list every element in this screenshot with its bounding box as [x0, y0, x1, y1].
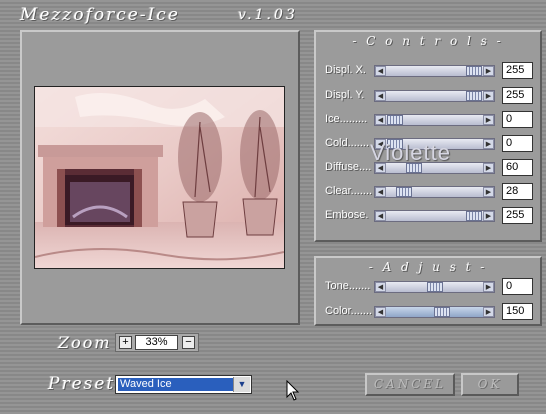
value-input[interactable]: 0	[502, 278, 533, 295]
adjust-panel: - A d j u s t - Tone....... ◀ ▶ 0 Color.…	[314, 256, 542, 326]
slider-label: Diffuse....	[325, 161, 372, 173]
slider-label: Cold.......	[325, 137, 370, 149]
slider-row-clear: Clear....... ◀ ▶ 28	[325, 183, 540, 201]
value-input[interactable]: 150	[502, 303, 533, 320]
slider-label: Displ. X.	[325, 64, 366, 76]
zoom-out-button[interactable]: −	[182, 336, 195, 349]
app-title: Mezzoforce-Ice	[20, 5, 180, 25]
preview-panel	[20, 30, 300, 325]
zoom-value: 33%	[135, 335, 178, 350]
slider-row-displ-y: Displ. Y. ◀ ▶ 255	[325, 87, 540, 105]
slider-track[interactable]: ◀ ▶	[374, 114, 495, 126]
right-arrow-icon[interactable]: ▶	[483, 163, 494, 173]
mouse-cursor-icon	[286, 379, 300, 405]
slider-row-displ-x: Displ. X. ◀ ▶ 255	[325, 62, 540, 80]
zoom-label: Zoom	[58, 333, 112, 352]
left-arrow-icon[interactable]: ◀	[375, 307, 386, 317]
slider-thumb[interactable]	[433, 307, 450, 317]
chevron-down-icon[interactable]: ▼	[233, 377, 250, 392]
right-arrow-icon[interactable]: ▶	[483, 307, 494, 317]
right-arrow-icon[interactable]: ▶	[483, 66, 494, 76]
slider-row-color: Color....... ◀ ▶ 150	[325, 303, 540, 321]
left-arrow-icon[interactable]: ◀	[375, 211, 386, 221]
slider-label: Displ. Y.	[325, 89, 365, 101]
app-version: v.1.03	[238, 7, 298, 23]
controls-title: - C o n t r o l s -	[352, 34, 504, 48]
ok-button[interactable]: OK	[461, 373, 519, 396]
slider-thumb[interactable]	[466, 66, 482, 76]
preset-dropdown[interactable]: Waved Ice ▼	[115, 375, 252, 394]
slider-track[interactable]: ◀ ▶	[374, 186, 495, 198]
slider-thumb[interactable]	[387, 115, 403, 125]
value-input[interactable]: 0	[502, 111, 533, 128]
slider-track[interactable]: ◀ ▶	[374, 281, 495, 293]
value-input[interactable]: 255	[502, 207, 533, 224]
slider-thumb[interactable]	[466, 211, 482, 221]
right-arrow-icon[interactable]: ▶	[483, 139, 494, 149]
value-input[interactable]: 28	[502, 183, 533, 200]
slider-track[interactable]: ◀ ▶	[374, 210, 495, 222]
slider-track[interactable]: ◀ ▶	[374, 65, 495, 77]
preset-label: Preset	[48, 374, 116, 394]
slider-track[interactable]: ◀ ▶	[374, 306, 495, 318]
right-arrow-icon[interactable]: ▶	[483, 187, 494, 197]
value-input[interactable]: 60	[502, 159, 533, 176]
value-input[interactable]: 255	[502, 62, 533, 79]
slider-label: Ice.........	[325, 113, 368, 125]
slider-label: Color.......	[325, 305, 373, 317]
preview-image[interactable]	[34, 86, 285, 269]
slider-thumb[interactable]	[426, 282, 443, 292]
watermark-text: Violette	[370, 140, 451, 165]
slider-row-ice: Ice......... ◀ ▶ 0	[325, 111, 540, 129]
left-arrow-icon[interactable]: ◀	[375, 91, 386, 101]
cancel-button[interactable]: CANCEL	[365, 373, 455, 396]
slider-row-embose: Embose. ◀ ▶ 255	[325, 207, 540, 225]
value-input[interactable]: 255	[502, 87, 533, 104]
controls-panel: - C o n t r o l s - Displ. X. ◀ ▶ 255 Di…	[314, 30, 542, 242]
slider-thumb[interactable]	[466, 91, 482, 101]
slider-label: Tone.......	[325, 280, 371, 292]
slider-thumb[interactable]	[395, 187, 412, 197]
left-arrow-icon[interactable]: ◀	[375, 115, 386, 125]
zoom-in-button[interactable]: +	[119, 336, 132, 349]
slider-label: Embose.	[325, 209, 369, 221]
left-arrow-icon[interactable]: ◀	[375, 282, 386, 292]
zoom-control: + 33% −	[115, 333, 199, 352]
slider-label: Clear.......	[325, 185, 373, 197]
slider-row-tone: Tone....... ◀ ▶ 0	[325, 278, 540, 296]
right-arrow-icon[interactable]: ▶	[483, 91, 494, 101]
adjust-title: - A d j u s t -	[368, 260, 488, 274]
value-input[interactable]: 0	[502, 135, 533, 152]
left-arrow-icon[interactable]: ◀	[375, 66, 386, 76]
right-arrow-icon[interactable]: ▶	[483, 115, 494, 125]
preset-selected-value[interactable]: Waved Ice	[118, 378, 233, 391]
left-arrow-icon[interactable]: ◀	[375, 187, 386, 197]
right-arrow-icon[interactable]: ▶	[483, 211, 494, 221]
right-arrow-icon[interactable]: ▶	[483, 282, 494, 292]
slider-track[interactable]: ◀ ▶	[374, 90, 495, 102]
